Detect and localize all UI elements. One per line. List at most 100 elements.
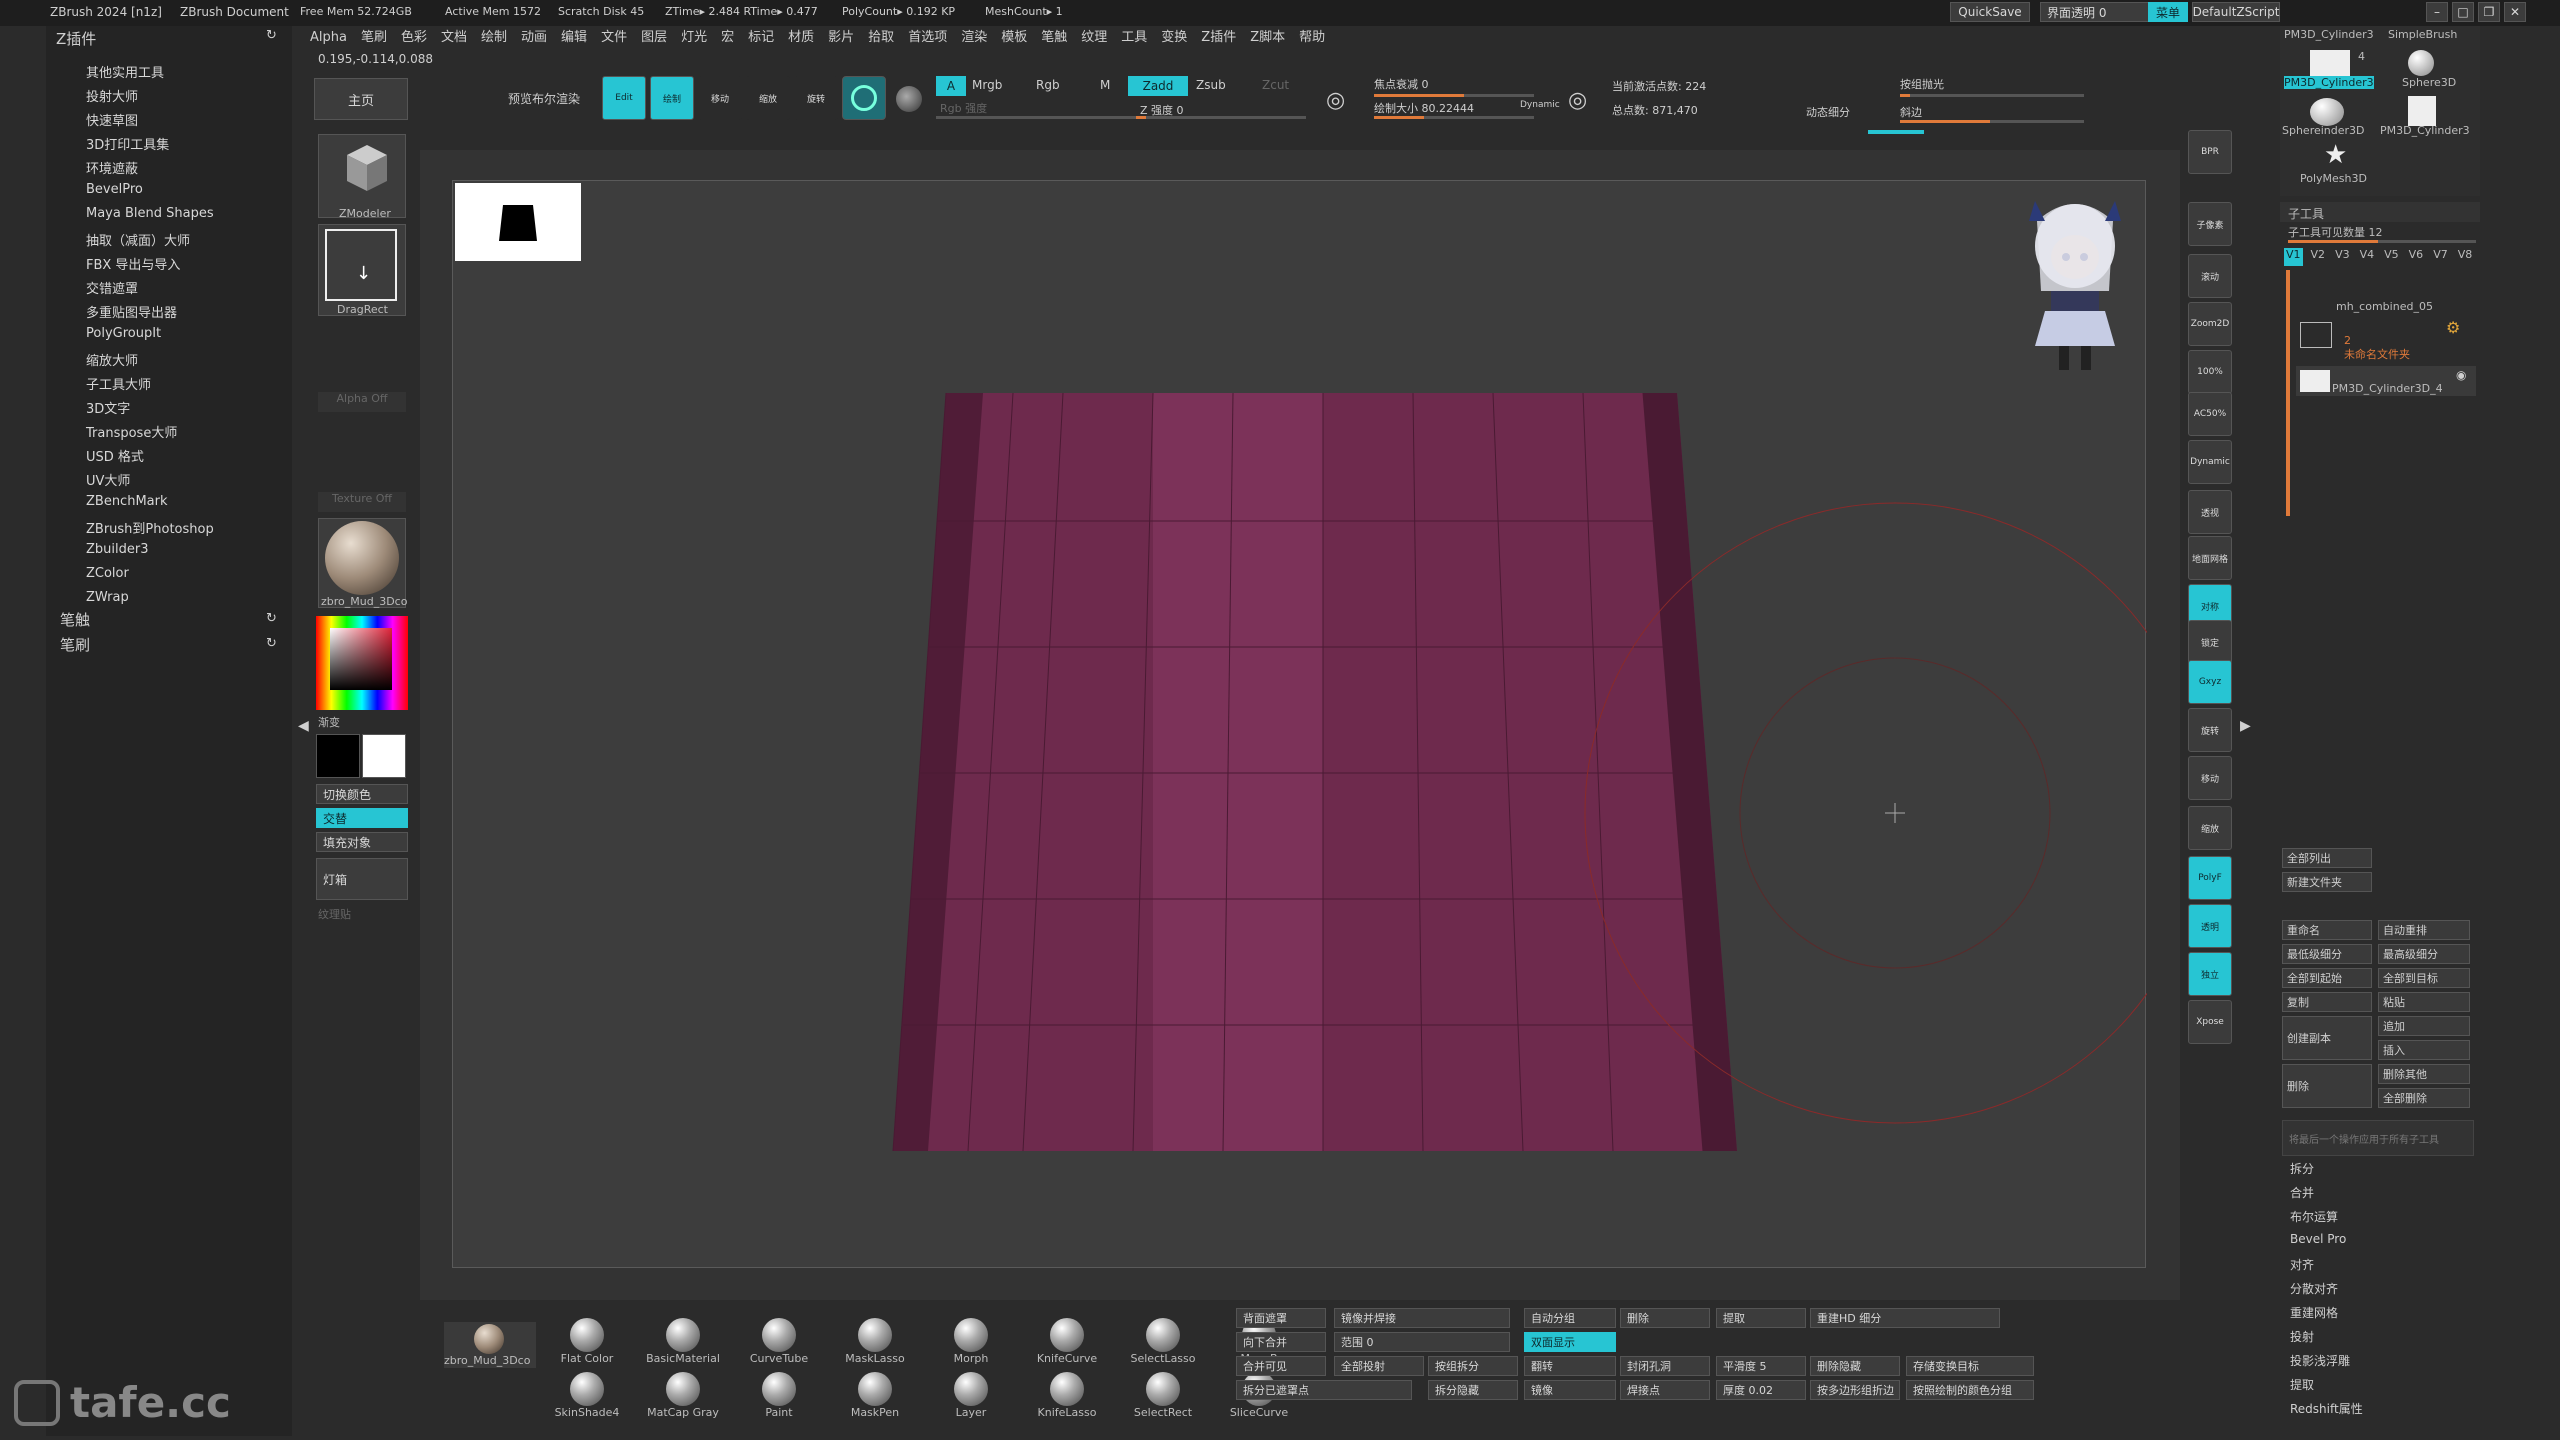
zmodeler-brush[interactable]: ZModeler	[318, 134, 406, 220]
shelf-button[interactable]: Zoom2D	[2188, 302, 2232, 346]
bottom-control[interactable]: 厚度 0.02	[1716, 1380, 1806, 1400]
brush-slot[interactable]: MaskLasso	[840, 1318, 910, 1365]
switch-color-button[interactable]: 切换颜色	[316, 784, 408, 804]
bottom-control[interactable]: 删除	[1620, 1308, 1710, 1328]
menu-item[interactable]: 图层	[641, 26, 667, 45]
bottom-control[interactable]: 双面显示	[1524, 1332, 1616, 1352]
smooth-groups-label[interactable]: 按组抛光	[1900, 76, 1944, 92]
subtool-operation[interactable]: Redshift属性	[2290, 1400, 2363, 1417]
subtool-operation[interactable]: 重建网格	[2290, 1304, 2338, 1321]
close-icon[interactable]: ✕	[2504, 2, 2526, 22]
folder-icon[interactable]	[2300, 322, 2332, 348]
fill-object-button[interactable]: 填充对象	[316, 832, 408, 852]
shelf-button[interactable]: PolyF	[2188, 856, 2232, 900]
bottom-control[interactable]: 自动分组	[1524, 1308, 1616, 1328]
menu-item[interactable]: 绘制	[481, 26, 507, 45]
zsub-toggle[interactable]: Zsub	[1196, 78, 1226, 92]
menu-item[interactable]: 动画	[521, 26, 547, 45]
brush-slot[interactable]: Morph	[936, 1318, 1006, 1365]
subtool-action-button[interactable]: 自动重排	[2378, 920, 2470, 940]
menu-item[interactable]: 帮助	[1299, 26, 1325, 45]
plugin-item[interactable]: Maya Blend Shapes	[86, 206, 214, 221]
plugin-item[interactable]: 投射大师	[86, 86, 138, 105]
plugin-item[interactable]: ZBenchMark	[86, 494, 168, 509]
subtool-action-button[interactable]: 新建文件夹	[2282, 872, 2372, 892]
draw-size-label[interactable]: 绘制大小 80.22444	[1374, 100, 1474, 116]
plugin-item[interactable]: Zbuilder3	[86, 542, 149, 557]
dragrect-stroke[interactable]: ↓ DragRect	[318, 224, 406, 316]
zcut-toggle[interactable]: Zcut	[1262, 78, 1289, 92]
brush-slot[interactable]: CurveTube	[744, 1318, 814, 1365]
brush-slot[interactable]: MatCap Gray	[647, 1372, 719, 1419]
sphere-tool-icon[interactable]	[2408, 50, 2434, 76]
bottom-control[interactable]: 拆分已遮罩点	[1236, 1380, 1412, 1400]
subtool-operation[interactable]: 投影浅浮雕	[2290, 1352, 2350, 1369]
home-button[interactable]: 主页	[314, 78, 408, 120]
lightbox-button[interactable]: 灯箱	[316, 858, 408, 900]
refresh-icon[interactable]: ↻	[266, 28, 277, 43]
shelf-button[interactable]: 锁定	[2188, 620, 2232, 664]
shelf-button[interactable]: 独立	[2188, 952, 2232, 996]
bottom-control[interactable]: 焊接点	[1620, 1380, 1710, 1400]
bottom-control[interactable]: 存储变换目标	[1906, 1356, 2034, 1376]
dynamic-toggle[interactable]: Dynamic	[1520, 100, 1560, 110]
menu-item[interactable]: 笔触	[1041, 26, 1067, 45]
eye-icon[interactable]: ◉	[2456, 368, 2466, 382]
version-tab[interactable]: V6	[2407, 248, 2426, 266]
subtool-item-selected[interactable]: PM3D_Cylinder3D_4 ◉	[2296, 366, 2476, 396]
symmetry-s-icon[interactable]: ◎	[1326, 88, 1345, 113]
primary-color-swatch[interactable]	[316, 734, 360, 778]
plugin-item[interactable]: 快速草图	[86, 110, 138, 129]
tool-name[interactable]: PM3D_Cylinder3	[2380, 124, 2470, 137]
menu-item[interactable]: 材质	[788, 26, 814, 45]
refresh-icon[interactable]: ↻	[266, 611, 277, 626]
bottom-control[interactable]: 按组拆分	[1428, 1356, 1518, 1376]
bottom-control[interactable]: 封闭孔洞	[1620, 1356, 1710, 1376]
subtool-operation[interactable]: 拆分	[2290, 1160, 2314, 1177]
menu-item[interactable]: 文件	[601, 26, 627, 45]
subtool-action-button[interactable]: 全部列出	[2282, 848, 2372, 868]
version-tab[interactable]: V5	[2382, 248, 2401, 266]
shelf-button[interactable]: 滚动	[2188, 254, 2232, 298]
plugin-item[interactable]: 3D文字	[86, 398, 130, 417]
subtool-item[interactable]: 未命名文件夹	[2344, 346, 2410, 362]
symmetry-d-icon[interactable]: ◎	[1568, 88, 1587, 113]
maximize-icon[interactable]: □	[2452, 2, 2474, 22]
brush-slot[interactable]: KnifeLasso	[1032, 1372, 1102, 1419]
focal-shift-slider[interactable]	[1374, 94, 1534, 97]
subtool-item[interactable]: mh_combined_05	[2336, 300, 2433, 313]
swap-button[interactable]: 交替	[316, 808, 408, 828]
sculpt-mode-icon[interactable]	[842, 76, 886, 120]
subtool-operation[interactable]: 布尔运算	[2290, 1208, 2338, 1225]
tool-name[interactable]: SimpleBrush	[2388, 28, 2457, 41]
mrgb-toggle[interactable]: Mrgb	[972, 78, 1002, 92]
plugin-item[interactable]: ZColor	[86, 566, 129, 581]
tool-name[interactable]: Sphere3D	[2402, 76, 2456, 89]
apply-all-hint[interactable]: 将最后一个操作应用于所有子工具	[2282, 1120, 2474, 1156]
a-button[interactable]: A	[936, 76, 966, 96]
subtool-action-button[interactable]: 全部到起始	[2282, 968, 2372, 988]
subtool-operation[interactable]: 投射	[2290, 1328, 2314, 1345]
bottom-control[interactable]: 镜像	[1524, 1380, 1616, 1400]
material-mode-icon[interactable]	[896, 86, 922, 112]
menu-item[interactable]: 影片	[828, 26, 854, 45]
edit-button[interactable]: Edit	[602, 76, 646, 120]
version-tab[interactable]: V8	[2456, 248, 2475, 266]
plugin-item[interactable]: 3D打印工具集	[86, 134, 169, 153]
script-selector[interactable]: DefaultZScript	[2192, 2, 2280, 22]
tool-name[interactable]: PM3D_Cylinder3	[2284, 76, 2374, 89]
rgb-intensity-label[interactable]: Rgb 强度	[940, 100, 987, 116]
rgb-intensity-slider[interactable]	[936, 116, 1136, 119]
bottom-control[interactable]: 重建HD 细分	[1810, 1308, 2000, 1328]
collapse-left-icon[interactable]: ◀	[298, 718, 309, 734]
plugin-item[interactable]: Transpose大师	[86, 422, 177, 441]
secondary-color-swatch[interactable]	[362, 734, 406, 778]
plugin-item[interactable]: 子工具大师	[86, 374, 151, 393]
preview-render-label[interactable]: 预览布尔渲染	[508, 90, 580, 107]
brush-slot[interactable]: SkinShade4	[552, 1372, 622, 1419]
menu-item[interactable]: Alpha	[310, 30, 347, 45]
refresh-icon[interactable]: ↻	[266, 636, 277, 651]
brush-slot[interactable]: SelectLasso	[1128, 1318, 1198, 1365]
shelf-button[interactable]: 地面网格	[2188, 536, 2232, 580]
bevel-slider[interactable]	[1900, 120, 2084, 123]
